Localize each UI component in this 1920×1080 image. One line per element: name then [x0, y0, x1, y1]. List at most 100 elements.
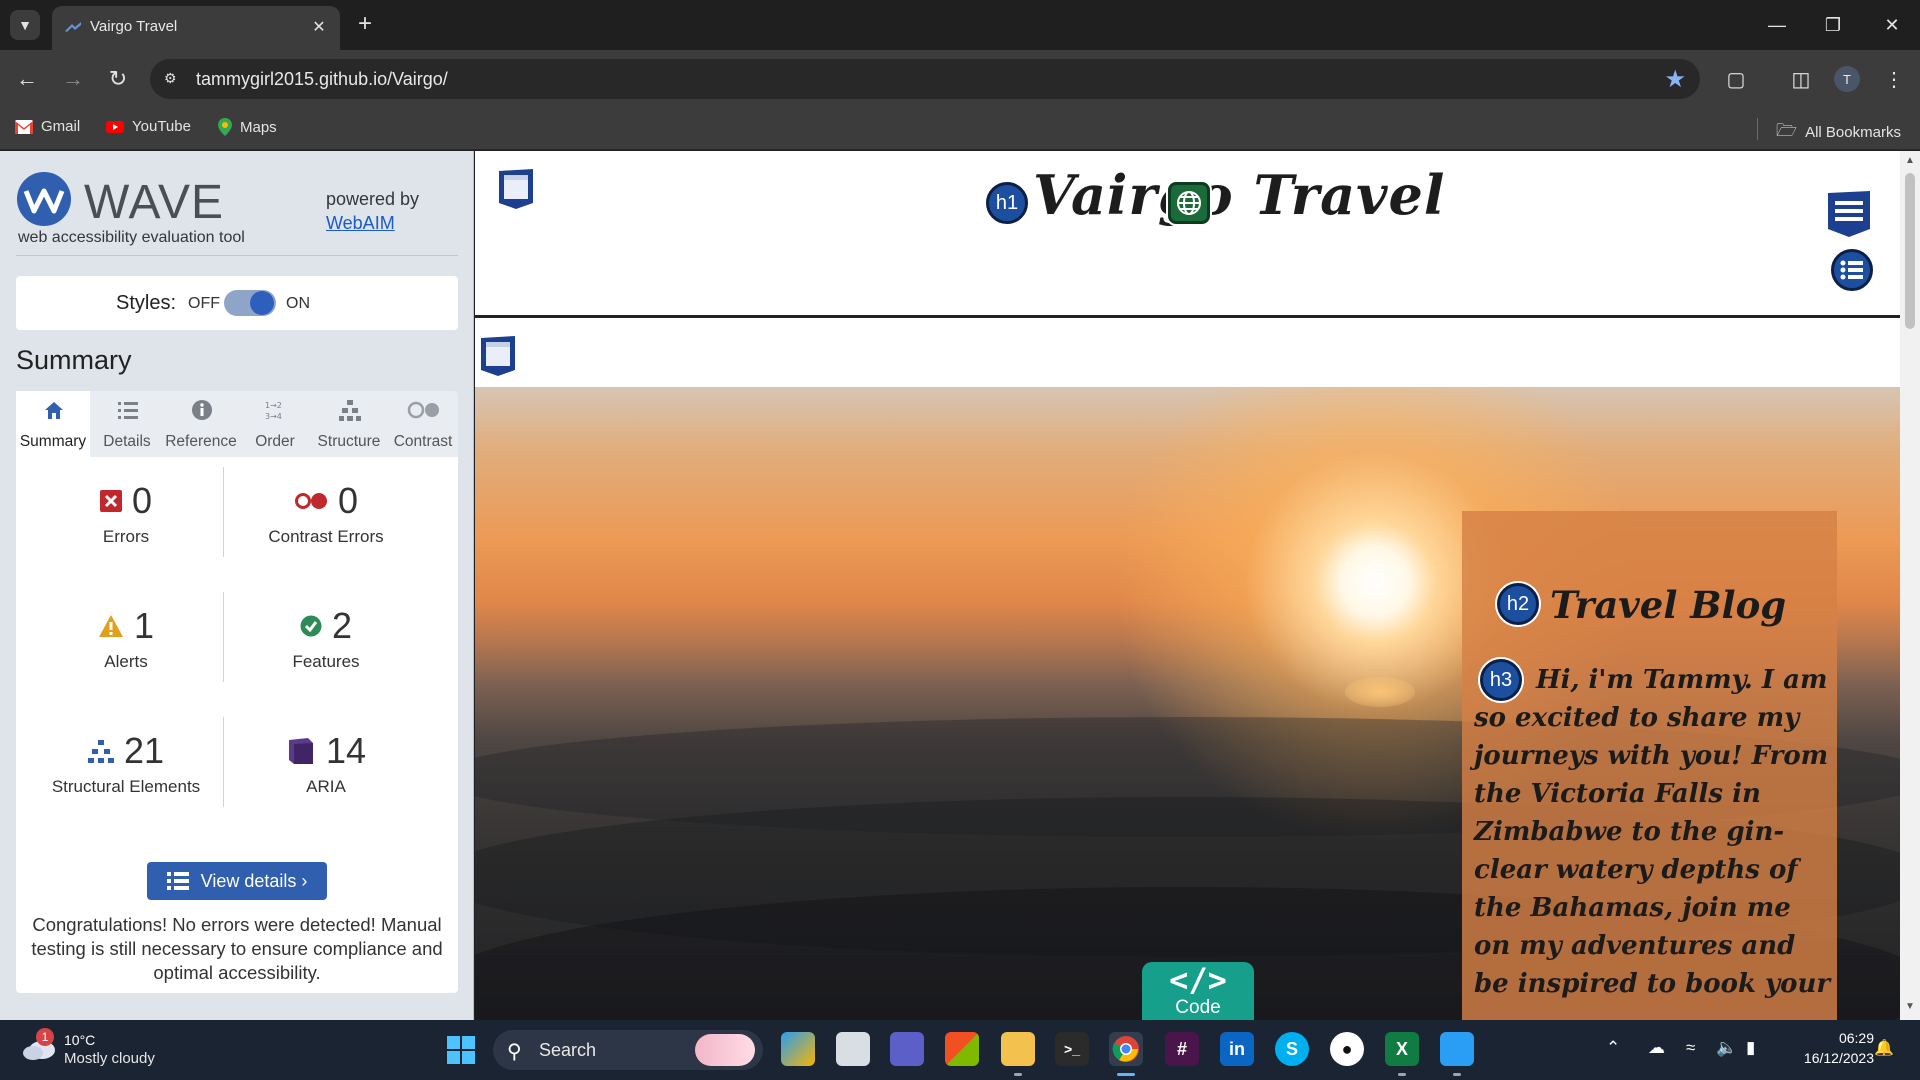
tab-contrast[interactable]: Contrast — [386, 391, 460, 457]
contrast-errors-stat[interactable]: 0 Contrast Errors — [226, 479, 426, 547]
summary-panel: 0 Errors 0 Contrast Errors 1 Alerts 2 Fe… — [16, 457, 458, 993]
forward-icon[interactable]: → — [58, 64, 88, 94]
tab-label: Details — [103, 433, 151, 450]
structure-icon — [339, 400, 361, 421]
webaim-link[interactable]: WebAIM — [326, 213, 395, 233]
tab-label: Contrast — [393, 433, 453, 450]
weather-condition: Mostly cloudy — [64, 1050, 155, 1067]
hero-image: h2 Travel Blog h3 Hi, i'm Tammy. I am so… — [475, 387, 1900, 1020]
tab-structure[interactable]: Structure — [312, 391, 386, 457]
h1-badge[interactable]: h1 — [986, 182, 1028, 224]
profile-avatar[interactable]: T — [1834, 66, 1860, 92]
divider — [16, 255, 458, 256]
site-info-icon[interactable]: ⚙ — [164, 70, 182, 88]
github-icon[interactable]: ● — [1330, 1032, 1364, 1066]
windows-start-icon[interactable] — [447, 1036, 475, 1064]
menu-icon[interactable]: ⋮ — [1879, 64, 1909, 94]
code-icon: </> — [1169, 961, 1227, 999]
all-bookmarks[interactable]: 🗁 All Bookmarks — [1776, 118, 1901, 147]
features-stat[interactable]: 2 Features — [226, 604, 426, 672]
scroll-thumb[interactable] — [1905, 173, 1915, 329]
restore-icon[interactable]: ❐ — [1818, 10, 1848, 40]
taskbar: 1 10°C Mostly cloudy ⚲ Search >_ # in S … — [0, 1020, 1920, 1080]
battery-icon[interactable]: ▮ — [1746, 1038, 1755, 1058]
skype-icon[interactable]: S — [1275, 1032, 1309, 1066]
back-icon[interactable]: ← — [12, 64, 42, 94]
extensions-icon[interactable]: ▢ — [1721, 64, 1751, 94]
alerts-stat[interactable]: 1 Alerts — [26, 604, 226, 672]
structural-stat[interactable]: 21 Structural Elements — [26, 729, 226, 797]
page-scrollbar[interactable]: ▲ ▼ — [1900, 151, 1920, 1020]
reload-icon[interactable]: ↻ — [103, 64, 133, 94]
link-globe-icon[interactable] — [1168, 182, 1210, 224]
wave-region-icon[interactable] — [498, 169, 534, 209]
show-hidden-icons[interactable]: ⌃ — [1606, 1038, 1620, 1058]
aria-stat[interactable]: 14 ARIA — [226, 729, 426, 797]
system-clock[interactable]: 06:29 16/12/2023 — [1796, 1028, 1874, 1068]
tab-reference[interactable]: Reference — [164, 391, 238, 457]
taskbar-search[interactable]: ⚲ Search — [493, 1030, 763, 1070]
site-title: Vairgo Travel — [1033, 163, 1446, 227]
navigation-icon[interactable] — [1827, 191, 1871, 237]
paint-icon[interactable] — [1440, 1032, 1474, 1066]
excel-icon[interactable]: X — [1385, 1032, 1419, 1066]
features-count: 2 — [331, 605, 353, 646]
copilot-icon[interactable] — [781, 1032, 815, 1066]
bookmark-label: YouTube — [132, 118, 191, 135]
all-bookmarks-label: All Bookmarks — [1805, 124, 1901, 141]
wifi-icon[interactable]: ≈ — [1686, 1038, 1695, 1058]
scroll-up-icon[interactable]: ▲ — [1904, 155, 1916, 167]
summary-heading: Summary — [16, 345, 132, 375]
tab-label: Summary — [19, 433, 87, 450]
new-tab-button[interactable]: + — [352, 12, 378, 38]
terminal-icon[interactable]: >_ — [1055, 1032, 1089, 1066]
search-icon: ⚲ — [507, 1041, 522, 1063]
task-view-icon[interactable] — [836, 1032, 870, 1066]
tab-search-button[interactable]: ▼ — [10, 10, 40, 40]
minimize-icon[interactable]: — — [1762, 10, 1792, 40]
bookmark-gmail[interactable]: Gmail — [15, 118, 80, 135]
onedrive-icon[interactable]: ☁ — [1648, 1038, 1665, 1058]
weather-widget[interactable]: 1 10°C Mostly cloudy — [22, 1028, 222, 1072]
alert-icon — [98, 615, 123, 637]
clock-date: 16/12/2023 — [1803, 1050, 1874, 1066]
error-icon — [99, 490, 122, 512]
slack-icon[interactable]: # — [1165, 1032, 1199, 1066]
list-badge-icon[interactable] — [1831, 249, 1873, 291]
styles-toggle-box: Styles: OFF ON — [16, 276, 458, 330]
linkedin-icon[interactable]: in — [1220, 1032, 1254, 1066]
volume-icon[interactable]: 🔈 — [1716, 1038, 1737, 1058]
running-indicator — [1453, 1073, 1461, 1076]
chrome-logo — [1112, 1036, 1139, 1062]
tab-summary[interactable]: Summary — [16, 391, 90, 457]
tab-label: Structure — [317, 433, 381, 450]
h2-badge[interactable]: h2 — [1497, 583, 1539, 625]
close-window-icon[interactable]: ✕ — [1877, 10, 1907, 40]
notification-bell-icon[interactable]: 🔔 — [1874, 1038, 1894, 1058]
teams-icon[interactable] — [890, 1032, 924, 1066]
wave-region-icon[interactable] — [480, 336, 516, 376]
url-text[interactable]: tammygirl2015.github.io/Vairgo/ — [196, 69, 448, 90]
errors-stat[interactable]: 0 Errors — [26, 479, 226, 547]
view-details-button[interactable]: View details › — [147, 862, 327, 900]
scroll-down-icon[interactable]: ▼ — [1904, 1001, 1916, 1013]
styles-toggle[interactable] — [224, 290, 276, 316]
list-icon — [166, 872, 189, 890]
bookmark-maps[interactable]: Maps — [218, 118, 277, 136]
close-tab-icon[interactable]: ✕ — [308, 16, 330, 38]
address-bar[interactable]: ⚙ tammygirl2015.github.io/Vairgo/ ★ — [150, 59, 1700, 99]
tab-details[interactable]: Details — [90, 391, 164, 457]
order-icon: 1→23→4 — [265, 401, 282, 421]
side-panel-icon[interactable]: ◫ — [1786, 64, 1816, 94]
tab-order[interactable]: 1→2 3→4 Order — [238, 391, 312, 457]
bookmark-youtube[interactable]: YouTube — [106, 118, 191, 135]
file-explorer-icon[interactable] — [1001, 1032, 1035, 1066]
code-button[interactable]: </> Code — [1142, 962, 1254, 1020]
browser-tab[interactable]: Vairgo Travel ✕ — [52, 6, 340, 50]
chrome-icon[interactable] — [1109, 1032, 1143, 1066]
bookmark-star-icon[interactable]: ★ — [1664, 65, 1686, 94]
search-highlight-icon — [695, 1034, 755, 1066]
home-icon — [45, 402, 63, 419]
store-icon[interactable] — [945, 1032, 979, 1066]
clock-time: 06:29 — [1838, 1030, 1874, 1046]
